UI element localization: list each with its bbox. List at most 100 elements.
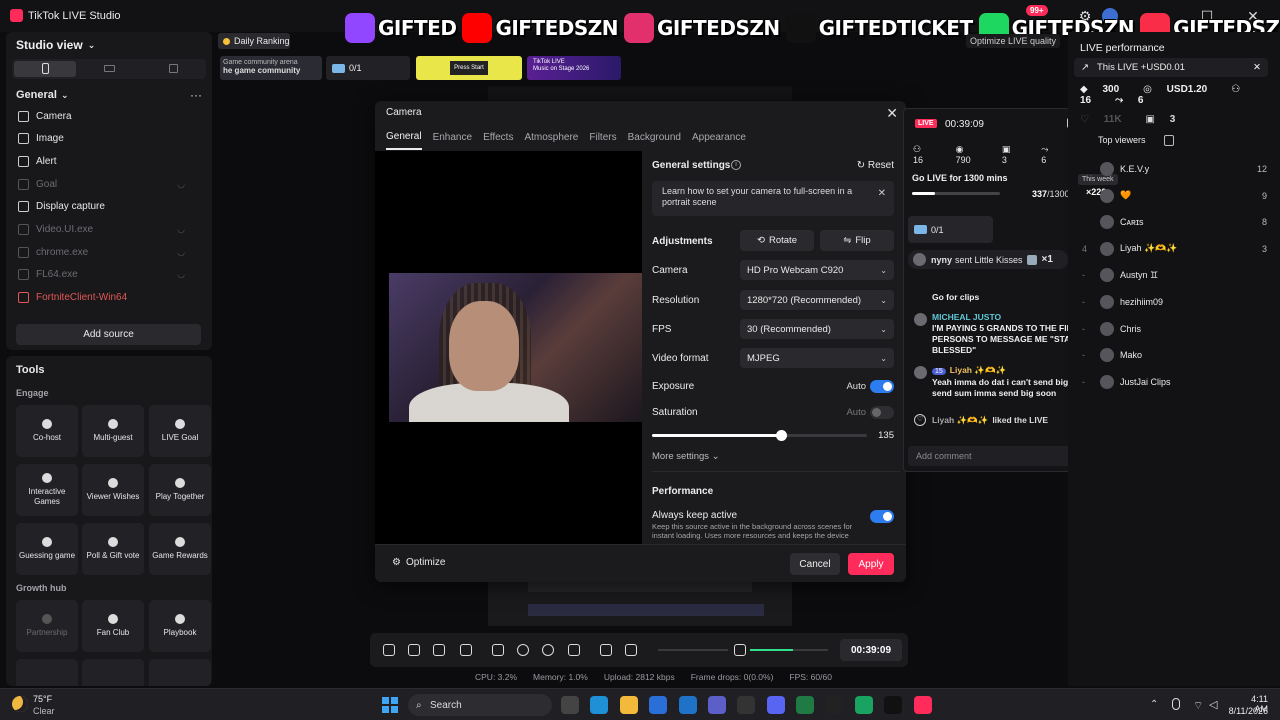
press-start-thumbnail[interactable]: Press Start — [416, 56, 522, 80]
tab-filters[interactable]: Filters — [589, 132, 616, 149]
optimize-button[interactable]: ⚙ Optimize — [392, 557, 445, 568]
apply-button[interactable]: Apply — [848, 553, 894, 575]
camera-select[interactable]: HD Pro Webcam C920 ⌄ — [740, 260, 894, 280]
tool-button[interactable] — [82, 659, 144, 686]
cancel-button[interactable]: Cancel — [790, 553, 840, 575]
viewer-row[interactable]: - Chris — [1082, 319, 1267, 339]
list-icon[interactable] — [1164, 135, 1174, 146]
always-keep-active-toggle[interactable] — [870, 510, 894, 523]
viewer-row[interactable]: 🧡 9 — [1082, 186, 1267, 206]
record-icon[interactable] — [517, 644, 529, 656]
visibility-icon[interactable]: ◡ — [177, 269, 185, 280]
portrait-view-button[interactable] — [14, 61, 76, 77]
weather-description[interactable]: Clear — [33, 706, 55, 716]
viewer-row[interactable]: - Austyn ♊ — [1082, 265, 1267, 285]
tool-button[interactable] — [16, 659, 78, 686]
close-icon[interactable]: ✕ — [1253, 62, 1261, 73]
saturation-slider-handle[interactable] — [776, 430, 787, 441]
source-item[interactable]: Display capture — [18, 196, 203, 218]
info-icon[interactable]: i — [731, 160, 741, 170]
discord-icon[interactable] — [766, 696, 785, 714]
source-item[interactable]: Image — [18, 128, 203, 150]
microphone-icon[interactable] — [734, 644, 746, 656]
mixer-icon[interactable] — [600, 644, 612, 656]
store-icon[interactable] — [649, 696, 668, 714]
tool-button[interactable]: LIVE Goal — [149, 405, 211, 457]
game-app-icon[interactable] — [855, 696, 873, 714]
daily-ranking-button[interactable]: Daily Ranking — [218, 33, 290, 49]
studio-view-dropdown[interactable]: Studio view ⌄ — [16, 38, 95, 52]
tab-general[interactable]: General — [386, 131, 422, 150]
flip-button[interactable]: ⇋ Flip — [820, 230, 894, 251]
tool-button[interactable]: Partnership — [16, 600, 78, 652]
fps-select[interactable]: 30 (Recommended) ⌄ — [740, 319, 894, 339]
ai-icon[interactable] — [433, 644, 445, 656]
tool-button[interactable]: Guessing game — [16, 523, 78, 575]
tab-background[interactable]: Background — [628, 132, 681, 149]
close-icon[interactable]: ✕ — [886, 105, 898, 122]
file-explorer-icon[interactable] — [619, 696, 638, 714]
network-icon[interactable]: ⌔ — [1193, 699, 1203, 713]
visibility-icon[interactable]: ◡ — [177, 224, 185, 235]
weather-temperature[interactable]: 75°F — [33, 694, 52, 704]
video-format-select[interactable]: MJPEG ⌄ — [740, 348, 894, 368]
mic-slider[interactable] — [750, 649, 828, 651]
optimize-live-quality-button[interactable]: Optimize LIVE quality — [966, 34, 1061, 48]
gift-progress-thumbnail[interactable]: 0/1 — [326, 56, 410, 80]
viewer-row[interactable]: 4 Liyah ✨🫶✨ 3 — [1082, 239, 1267, 259]
weather-moon-icon[interactable] — [12, 696, 28, 712]
music-stage-thumbnail[interactable]: TikTok LIVE Music on Stage 2026 — [527, 56, 621, 80]
top-viewers-tab[interactable]: Top viewers — [1098, 135, 1146, 145]
tiktok-studio-icon[interactable] — [913, 696, 932, 714]
rotate-button[interactable]: ⟲ Rotate — [740, 230, 814, 251]
excel-icon[interactable] — [796, 696, 815, 714]
capcut-icon[interactable] — [884, 696, 903, 714]
close-tip-icon[interactable]: ✕ — [878, 188, 886, 199]
visibility-icon[interactable]: ◡ — [177, 247, 185, 258]
speaker-icon[interactable] — [625, 644, 637, 656]
source-item[interactable]: Alert — [18, 150, 203, 172]
tool-button[interactable]: Multi-guest — [82, 405, 144, 457]
source-item[interactable]: Video.UI.exe ◡ — [18, 219, 203, 241]
task-view-icon[interactable] — [561, 696, 579, 714]
more-icon[interactable] — [568, 644, 580, 656]
edge-icon[interactable] — [590, 696, 609, 714]
tab-enhance[interactable]: Enhance — [433, 132, 472, 149]
more-options-icon[interactable]: ··· — [190, 88, 202, 102]
tab-atmosphere[interactable]: Atmosphere — [524, 132, 578, 149]
magic-wand-icon[interactable] — [383, 644, 395, 656]
source-item[interactable]: chrome.exe ◡ — [18, 241, 203, 263]
tab-effects[interactable]: Effects — [483, 132, 513, 149]
tray-chevron-icon[interactable]: ⌃ — [1150, 699, 1158, 710]
viewer-row[interactable]: - JustJai Clips — [1082, 372, 1267, 392]
viewer-row[interactable]: K.E.V.y 12 — [1082, 159, 1267, 179]
tool-button[interactable]: Poll & Gift vote — [82, 523, 144, 575]
tool-button[interactable]: Viewer Wishes — [82, 464, 144, 516]
more-settings-link[interactable]: More settings ⌄ — [652, 451, 720, 462]
tool-button[interactable]: Co-host — [16, 405, 78, 457]
chat-username[interactable]: Liyah ✨🫶✨ — [950, 365, 1006, 375]
outlook-icon[interactable] — [678, 696, 697, 714]
phone-icon[interactable] — [492, 644, 504, 656]
4k-app-icon[interactable] — [737, 696, 756, 714]
gift-chip[interactable]: 0/1 — [908, 216, 993, 243]
tool-button[interactable]: Play Together — [149, 464, 211, 516]
add-scene-icon[interactable] — [460, 644, 472, 656]
saturation-slider[interactable] — [652, 430, 867, 441]
taskbar-search[interactable]: ⌕ Search — [408, 694, 552, 716]
tab-appearance[interactable]: Appearance — [692, 132, 746, 149]
reset-button[interactable]: ↻ Reset — [857, 160, 894, 171]
translate-icon[interactable] — [408, 644, 420, 656]
tool-button[interactable] — [149, 659, 211, 686]
teams-icon[interactable] — [708, 696, 726, 714]
source-item[interactable]: Camera — [18, 105, 203, 127]
source-item[interactable]: FL64.exe ◡ — [18, 264, 203, 286]
volume-slider[interactable] — [658, 649, 728, 651]
exposure-auto-toggle[interactable] — [870, 380, 894, 393]
tool-button[interactable]: Fan Club — [82, 600, 144, 652]
tool-button[interactable]: Playbook — [149, 600, 211, 652]
chart-app-icon[interactable] — [825, 696, 844, 714]
resolution-select[interactable]: 1280*720 (Recommended) ⌄ — [740, 290, 894, 310]
viewer-row[interactable]: - Mako — [1082, 345, 1267, 365]
volume-icon[interactable]: ◁ — [1209, 698, 1217, 711]
